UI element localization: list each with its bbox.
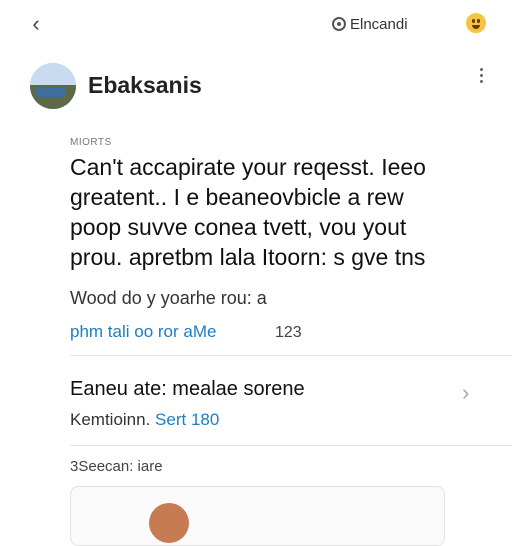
- section-label: 3Seecan: iare: [70, 458, 163, 475]
- author-name[interactable]: Ebaksanis: [88, 72, 202, 99]
- location-pin-icon: [332, 17, 346, 31]
- post-caption: MIORTS: [70, 137, 112, 148]
- post-line: prou. apretbm lala Itoorn: s gve tns: [70, 244, 426, 270]
- location-link[interactable]: Elncandi: [332, 13, 408, 35]
- post-subline: Wood do y yoarhe rou: a: [70, 288, 267, 308]
- location-link-label: Elncandi: [350, 15, 408, 33]
- post-header: Ebaksanis: [0, 58, 512, 114]
- post-line: Can't accapirate your reqesst. Ieeo: [70, 154, 426, 180]
- emoji-button[interactable]: [466, 13, 486, 33]
- avatar[interactable]: [30, 63, 76, 109]
- divider: [70, 355, 512, 356]
- chevron-left-icon: ‹: [32, 11, 40, 36]
- action-row: phm tali oo ror aMe 123: [70, 322, 430, 346]
- post-line: greatent.. I e beaneovbicle a rew: [70, 184, 404, 210]
- list-item-sub-accent: Sert 180: [155, 410, 220, 429]
- back-button[interactable]: ‹: [24, 10, 48, 38]
- card-avatar: [149, 503, 189, 543]
- bottom-card[interactable]: [70, 486, 445, 546]
- list-item-sub-prefix: Kemtioinn.: [70, 410, 156, 429]
- chevron-right-icon: ›: [462, 380, 470, 405]
- divider: [70, 445, 512, 446]
- action-count: 123: [275, 324, 302, 341]
- post-body: Can't accapirate your reqesst. Ieeo grea…: [70, 152, 470, 272]
- action-link[interactable]: phm tali oo ror aMe: [70, 322, 216, 342]
- list-item-subtitle: Kemtioinn. Sert 180: [70, 410, 219, 430]
- list-item-title: Eaneu ate: mealae sorene: [70, 378, 305, 400]
- post-line: poop suvve conea tvett, vou yout: [70, 214, 407, 240]
- top-bar: ‹ Elncandi: [0, 0, 512, 48]
- list-item[interactable]: Eaneu ate: mealae sorene Kemtioinn. Sert…: [0, 370, 512, 434]
- more-options-button[interactable]: [470, 64, 494, 88]
